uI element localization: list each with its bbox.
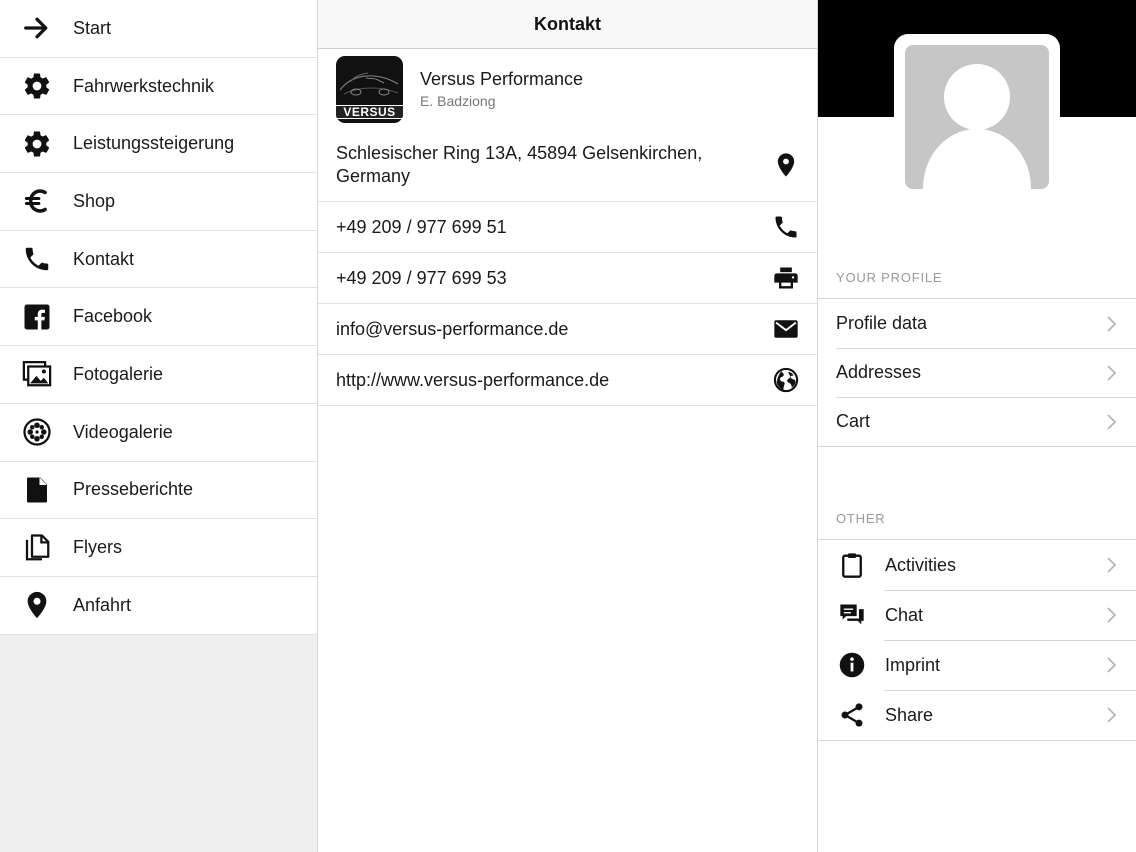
printer-icon	[771, 263, 801, 293]
nav-label: Flyers	[73, 537, 122, 558]
phone-icon	[22, 244, 52, 274]
profile-item-cart[interactable]: Cart	[818, 397, 1136, 446]
company-logo: VERSUS	[336, 55, 403, 123]
nav-item-anfahrt[interactable]: Anfahrt	[0, 576, 317, 635]
profile-item-addresses[interactable]: Addresses	[818, 348, 1136, 397]
chevron-right-icon	[1107, 364, 1117, 381]
nav-item-flyers[interactable]: Flyers	[0, 519, 317, 577]
profile-item-label: Profile data	[836, 313, 928, 333]
phone-number: +49 209 / 977 699 51	[336, 216, 507, 237]
clipboard-icon	[837, 550, 867, 580]
address-row[interactable]: Schlesischer Ring 13A, 45894 Gelsenkirch…	[318, 129, 817, 202]
photo-gallery-icon	[22, 359, 52, 389]
nav-label: Leistungssteigerung	[73, 133, 235, 154]
profile-panel: YOUR PROFILE Profile data Addresses Cart…	[818, 0, 1136, 852]
company-card: VERSUS Versus Performance E. Badziong	[318, 49, 817, 129]
avatar-placeholder	[905, 45, 1049, 189]
globe-icon	[771, 365, 801, 395]
arrow-right-icon	[22, 13, 52, 43]
nav-label: Videogalerie	[73, 421, 173, 442]
euro-icon	[22, 186, 52, 216]
other-item-label: Imprint	[885, 654, 941, 675]
other-item-label: Activities	[885, 554, 957, 575]
contact-person: E. Badziong	[420, 93, 496, 109]
other-item-label: Chat	[885, 604, 924, 625]
nav-label: Fotogalerie	[73, 363, 164, 384]
document-icon	[22, 475, 52, 505]
nav-item-videogalerie[interactable]: Videogalerie	[0, 403, 317, 462]
gear-icon	[22, 71, 52, 101]
nav-label: Start	[73, 17, 112, 38]
location-pin-icon	[771, 150, 801, 180]
nav-item-fotogalerie[interactable]: Fotogalerie	[0, 346, 317, 404]
nav-label: Kontakt	[73, 248, 135, 269]
nav-item-facebook[interactable]: Facebook	[0, 288, 317, 347]
phone-icon	[771, 212, 801, 242]
info-icon	[837, 650, 867, 680]
email-address: info@versus-performance.de	[336, 318, 569, 339]
profile-item-label: Cart	[836, 411, 871, 431]
other-item-imprint[interactable]: Imprint	[818, 640, 1136, 690]
profile-list: Profile data Addresses Cart	[818, 298, 1136, 447]
profile-item-label: Addresses	[836, 362, 922, 382]
share-icon	[837, 700, 867, 730]
website-row[interactable]: http://www.versus-performance.de	[318, 355, 817, 406]
company-name: Versus Performance	[420, 69, 584, 89]
section-label-your-profile: YOUR PROFILE	[836, 270, 943, 285]
phone-row[interactable]: +49 209 / 977 699 51	[318, 202, 817, 253]
contact-panel: Kontakt VERSUS Versus Performance E. Bad…	[318, 0, 818, 852]
company-info: Versus Performance E. Badziong	[420, 69, 583, 109]
envelope-icon	[771, 314, 801, 344]
person-silhouette-icon	[923, 64, 1031, 189]
other-item-share[interactable]: Share	[818, 690, 1136, 740]
chevron-right-icon	[1107, 607, 1117, 623]
gear-icon	[22, 129, 52, 159]
nav-label: Fahrwerkstechnik	[73, 75, 215, 96]
logo-text: VERSUS	[336, 104, 403, 119]
website-url: http://www.versus-performance.de	[336, 369, 610, 390]
car-icon	[339, 72, 399, 95]
nav-item-leistungssteigerung[interactable]: Leistungssteigerung	[0, 115, 317, 174]
documents-copy-icon	[22, 533, 52, 563]
chevron-right-icon	[1107, 657, 1117, 673]
nav-item-shop[interactable]: Shop	[0, 173, 317, 231]
nav-label: Presseberichte	[73, 479, 194, 500]
nav-item-start[interactable]: Start	[0, 0, 317, 58]
chevron-right-icon	[1107, 413, 1117, 430]
email-row[interactable]: info@versus-performance.de	[318, 304, 817, 355]
address-text: Schlesischer Ring 13A, 45894 Gelsenkirch…	[336, 143, 703, 186]
facebook-icon	[22, 302, 52, 332]
section-label-other: OTHER	[836, 511, 886, 526]
location-pin-icon	[22, 590, 52, 620]
other-list: Activities Chat Imprint Share	[818, 539, 1136, 741]
side-navigation: Start Fahrwerkstechnik Leistungssteigeru…	[0, 0, 318, 852]
nav-label: Shop	[73, 190, 116, 211]
page-title: Kontakt	[534, 13, 601, 34]
nav-item-presseberichte[interactable]: Presseberichte	[0, 461, 317, 520]
chevron-right-icon	[1107, 557, 1117, 573]
fax-row[interactable]: +49 209 / 977 699 53	[318, 253, 817, 304]
other-item-label: Share	[885, 704, 934, 725]
nav-label: Facebook	[73, 306, 153, 327]
nav-item-kontakt[interactable]: Kontakt	[0, 230, 317, 289]
fax-number: +49 209 / 977 699 53	[336, 267, 507, 288]
chat-bubbles-icon	[837, 600, 867, 630]
nav-label: Anfahrt	[73, 594, 132, 615]
film-reel-icon	[22, 417, 52, 447]
other-item-activities[interactable]: Activities	[818, 540, 1136, 590]
contact-header: Kontakt	[318, 0, 817, 49]
other-item-chat[interactable]: Chat	[818, 590, 1136, 640]
nav-list: Start Fahrwerkstechnik Leistungssteigeru…	[0, 0, 317, 635]
nav-item-fahrwerkstechnik[interactable]: Fahrwerkstechnik	[0, 57, 317, 116]
avatar[interactable]	[894, 34, 1060, 200]
profile-item-profile-data[interactable]: Profile data	[818, 299, 1136, 348]
chevron-right-icon	[1107, 315, 1117, 332]
chevron-right-icon	[1107, 707, 1117, 723]
